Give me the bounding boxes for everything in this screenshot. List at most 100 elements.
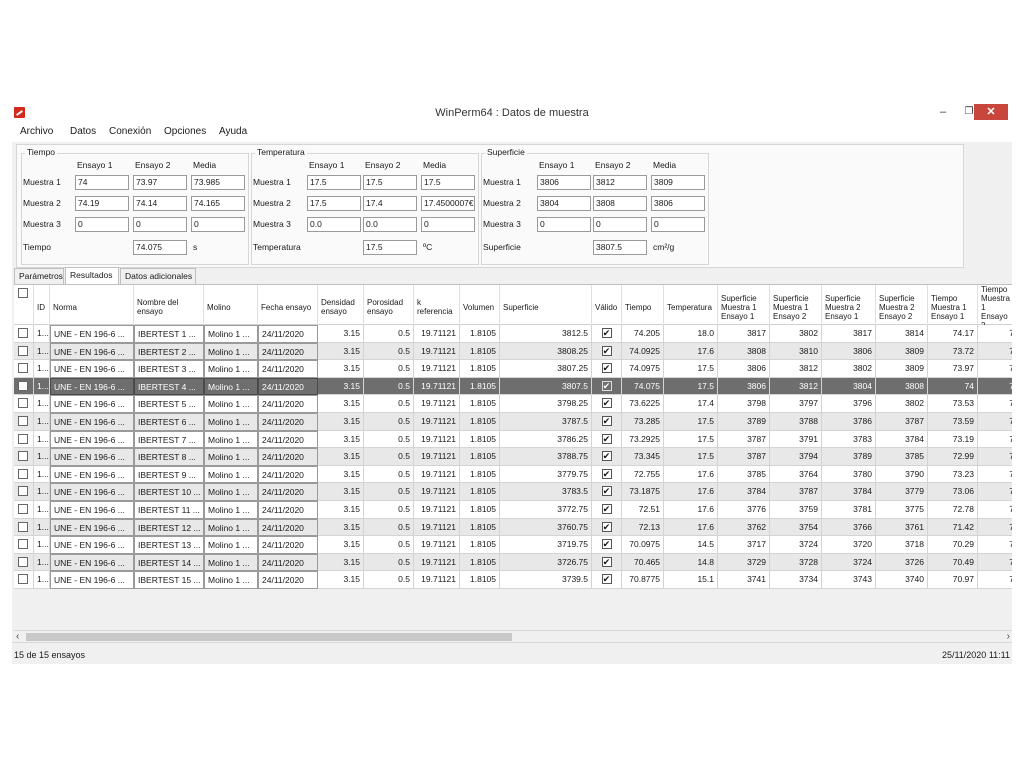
tiempo-m3-media-field[interactable]: 0 (191, 217, 245, 232)
column-header[interactable]: Nombre del ensayo (134, 285, 204, 325)
valid-cell[interactable]: ✔ (592, 342, 622, 361)
row-select-checkbox[interactable] (14, 395, 34, 413)
valid-cell[interactable]: ✔ (592, 430, 622, 449)
valid-cell[interactable]: ✔ (592, 518, 622, 537)
superficie-m3-media-field[interactable]: 0 (651, 217, 705, 232)
table-row[interactable]: 1... UNE - EN 196-6 ... IBERTEST 5 ... Moli… (14, 395, 1012, 413)
checkmark-icon[interactable]: ✔ (601, 380, 612, 391)
superficie-m1-ensayo1-field[interactable]: 3806 (537, 175, 591, 190)
checkbox-icon[interactable] (18, 398, 28, 409)
valid-cell[interactable]: ✔ (592, 483, 622, 501)
column-header[interactable]: Válido (592, 285, 622, 325)
superficie-m1-media-field[interactable]: 3809 (651, 175, 705, 190)
temperatura-m3-media-field[interactable]: 0 (421, 217, 475, 232)
checkbox-icon[interactable] (18, 504, 28, 514)
valid-cell[interactable]: ✔ (592, 325, 622, 343)
tab-parametros[interactable]: Parámetros (14, 268, 64, 284)
tiempo-m2-media-field[interactable]: 74.165 (191, 196, 245, 211)
checkbox-icon[interactable] (18, 328, 28, 338)
table-row[interactable]: 1... UNE - EN 196-6 ... IBERTEST 14 ... Mol… (14, 553, 1012, 572)
menu-ayuda[interactable]: Ayuda (219, 126, 247, 137)
valid-cell[interactable]: ✔ (592, 360, 622, 378)
column-header[interactable]: Superficie (500, 285, 592, 325)
column-header[interactable]: k referencia (414, 285, 460, 325)
valid-cell[interactable]: ✔ (592, 395, 622, 413)
checkmark-icon[interactable]: ✔ (601, 574, 612, 585)
valid-cell[interactable]: ✔ (592, 536, 622, 554)
minimize-button[interactable]: – (930, 104, 956, 120)
temperatura-m2-media-field[interactable]: 17.4500007€ (421, 196, 475, 211)
menu-datos[interactable]: Datos (70, 126, 96, 137)
checkbox-icon[interactable] (18, 345, 28, 356)
column-header[interactable]: ID (34, 285, 50, 325)
column-header[interactable]: Tiempo Muestra 1 Ensayo 1 (928, 285, 978, 325)
superficie-m1-ensayo2-field[interactable]: 3812 (593, 175, 647, 190)
table-row[interactable]: 1... UNE - EN 196-6 ... IBERTEST 3 ... Moli… (14, 360, 1012, 378)
column-header[interactable]: Porosidad ensayo (364, 285, 414, 325)
close-button[interactable]: ✕ (974, 104, 1008, 120)
column-header[interactable]: Densidad ensayo (318, 285, 364, 325)
checkbox-icon[interactable] (18, 433, 28, 444)
column-header[interactable]: Volumen (460, 285, 500, 325)
valid-cell[interactable]: ✔ (592, 377, 622, 396)
row-select-checkbox[interactable] (14, 501, 34, 519)
tiempo-m3-ensayo1-field[interactable]: 0 (75, 217, 129, 232)
superficie-m2-media-field[interactable]: 3806 (651, 196, 705, 211)
table-row[interactable]: 1... UNE - EN 196-6 ... IBERTEST 7 ... Moli… (14, 430, 1012, 449)
table-row[interactable]: 1... UNE - EN 196-6 ... IBERTEST 13 ... Mol… (14, 536, 1012, 554)
superficie-m2-ensayo1-field[interactable]: 3804 (537, 196, 591, 211)
tiempo-m1-media-field[interactable]: 73.985 (191, 175, 245, 190)
checkmark-icon[interactable]: ✔ (601, 521, 612, 532)
checkmark-icon[interactable]: ✔ (601, 451, 612, 462)
temperatura-m2-ensayo2-field[interactable]: 17.4 (363, 196, 417, 211)
row-select-checkbox[interactable] (14, 518, 34, 537)
valid-cell[interactable]: ✔ (592, 501, 622, 519)
temperatura-m2-ensayo1-field[interactable]: 17.5 (307, 196, 361, 211)
superficie-m2-ensayo2-field[interactable]: 3808 (593, 196, 647, 211)
checkmark-icon[interactable]: ✔ (601, 486, 612, 497)
row-select-checkbox[interactable] (14, 360, 34, 378)
tiempo-m1-ensayo1-field[interactable]: 74 (75, 175, 129, 190)
superficie-total-field[interactable]: 3807.5 (593, 240, 647, 255)
row-select-checkbox[interactable] (14, 483, 34, 501)
row-select-checkbox[interactable] (14, 430, 34, 449)
temperatura-total-field[interactable]: 17.5 (363, 240, 417, 255)
valid-cell[interactable]: ✔ (592, 571, 622, 589)
menu-opciones[interactable]: Opciones (164, 126, 206, 137)
column-header[interactable]: Norma (50, 285, 134, 325)
scrollbar-thumb[interactable] (26, 633, 512, 641)
checkmark-icon[interactable]: ✔ (601, 345, 612, 356)
table-row[interactable]: 1... UNE - EN 196-6 ... IBERTEST 6 ... Moli… (14, 413, 1012, 431)
valid-cell[interactable]: ✔ (592, 553, 622, 572)
checkbox-icon[interactable] (18, 363, 28, 374)
column-header[interactable]: Tiempo Muestra 1 Ensayo 2 (978, 285, 1012, 325)
valid-cell[interactable]: ✔ (592, 465, 622, 484)
table-row[interactable]: 1... UNE - EN 196-6 ... IBERTEST 12 ... Mol… (14, 518, 1012, 537)
checkbox-icon[interactable] (18, 539, 28, 550)
row-select-checkbox[interactable] (14, 413, 34, 431)
tab-resultados[interactable]: Resultados (65, 267, 119, 284)
row-select-checkbox[interactable] (14, 465, 34, 484)
row-select-checkbox[interactable] (14, 448, 34, 466)
tab-datos-adicionales[interactable]: Datos adicionales (120, 268, 196, 284)
tiempo-m2-ensayo2-field[interactable]: 74.14 (133, 196, 187, 211)
superficie-m3-ensayo1-field[interactable]: 0 (537, 217, 591, 232)
checkmark-icon[interactable]: ✔ (601, 363, 612, 374)
row-select-checkbox[interactable] (14, 571, 34, 589)
checkbox-icon[interactable] (18, 521, 28, 532)
table-row[interactable]: 1... UNE - EN 196-6 ... IBERTEST 11 ... Mol… (14, 501, 1012, 519)
checkmark-icon[interactable]: ✔ (601, 556, 612, 567)
row-select-checkbox[interactable] (14, 536, 34, 554)
tiempo-total-field[interactable]: 74.075 (133, 240, 187, 255)
superficie-m3-ensayo2-field[interactable]: 0 (593, 217, 647, 232)
temperatura-m1-ensayo1-field[interactable]: 17.5 (307, 175, 361, 190)
table-row[interactable]: 1... UNE - EN 196-6 ... IBERTEST 9 ... Moli… (14, 465, 1012, 484)
valid-cell[interactable]: ✔ (592, 448, 622, 466)
column-header[interactable]: Superficie Muestra 1 Ensayo 2 (770, 285, 822, 325)
checkbox-icon[interactable] (18, 380, 28, 391)
checkmark-icon[interactable]: ✔ (601, 539, 612, 550)
checkbox-icon[interactable] (18, 288, 28, 298)
temperatura-m1-ensayo2-field[interactable]: 17.5 (363, 175, 417, 190)
horizontal-scrollbar[interactable]: ‹ › (14, 630, 1012, 642)
temperatura-m1-media-field[interactable]: 17.5 (421, 175, 475, 190)
